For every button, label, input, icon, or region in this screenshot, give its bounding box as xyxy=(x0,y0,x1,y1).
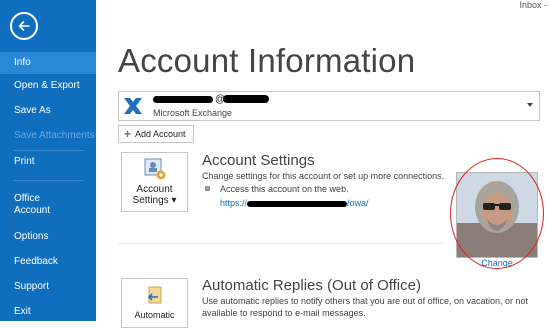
sidebar-divider xyxy=(14,150,84,151)
add-account-button[interactable]: + Add Account xyxy=(118,125,194,143)
automatic-replies-description-line1: Use automatic replies to notify others t… xyxy=(202,296,529,306)
page-title: Account Information xyxy=(118,42,416,79)
backstage-sidebar: Info Open & Export Save As Save Attachme… xyxy=(0,0,96,321)
automatic-replies-tile-label: Automatic xyxy=(134,310,175,320)
section-divider xyxy=(118,243,444,244)
sidebar-item-open-export[interactable]: Open & Export xyxy=(0,80,96,92)
sidebar-item-print[interactable]: Print xyxy=(0,156,96,168)
plus-icon: + xyxy=(124,127,132,141)
sidebar-item-feedback[interactable]: Feedback xyxy=(0,256,96,268)
owa-link[interactable]: https:// /owa/ xyxy=(220,198,369,208)
automatic-replies-title: Automatic Replies (Out of Office) xyxy=(202,277,421,294)
owa-link-suffix: /owa/ xyxy=(347,198,369,208)
account-settings-button[interactable]: Account Settings ▾ xyxy=(121,152,188,212)
account-settings-description: Change settings for this account or set … xyxy=(202,171,445,181)
window-title: Inbox - C xyxy=(519,0,550,10)
sidebar-item-exit[interactable]: Exit xyxy=(0,306,96,318)
automatic-replies-description-line2: available to respond to e-mail messages. xyxy=(202,308,366,318)
chevron-down-icon xyxy=(527,103,533,107)
owa-link-prefix: https:// xyxy=(220,198,248,208)
redaction-mark xyxy=(153,96,213,103)
sidebar-item-save-as[interactable]: Save As xyxy=(0,105,96,117)
sidebar-divider xyxy=(14,180,84,181)
account-settings-title: Account Settings xyxy=(202,152,315,169)
account-type: Microsoft Exchange xyxy=(153,108,233,118)
redaction-mark xyxy=(247,200,348,207)
exchange-icon xyxy=(122,95,144,117)
automatic-replies-icon xyxy=(147,286,161,304)
sidebar-item-office-account[interactable]: Office Account xyxy=(0,193,60,217)
add-account-label: Add Account xyxy=(135,129,186,139)
back-button[interactable] xyxy=(10,12,38,40)
sidebar-item-options[interactable]: Options xyxy=(0,231,96,243)
web-access-text: Access this account on the web. xyxy=(220,184,349,194)
profile-photo-area: Change xyxy=(450,158,544,269)
account-settings-tile-label: Account xyxy=(136,184,173,195)
bullet-icon xyxy=(205,186,210,191)
account-settings-tile-dropdown: Settings ▾ xyxy=(132,195,177,206)
account-settings-icon xyxy=(144,158,165,180)
sidebar-item-support[interactable]: Support xyxy=(0,281,96,293)
highlight-circle xyxy=(450,158,544,269)
redaction-mark xyxy=(223,95,269,103)
sidebar-item-save-attachments: Save Attachments xyxy=(14,130,95,141)
account-selector[interactable]: @ Microsoft Exchange xyxy=(118,91,540,121)
back-arrow-icon xyxy=(18,21,30,31)
sidebar-item-info[interactable]: Info xyxy=(0,52,96,74)
